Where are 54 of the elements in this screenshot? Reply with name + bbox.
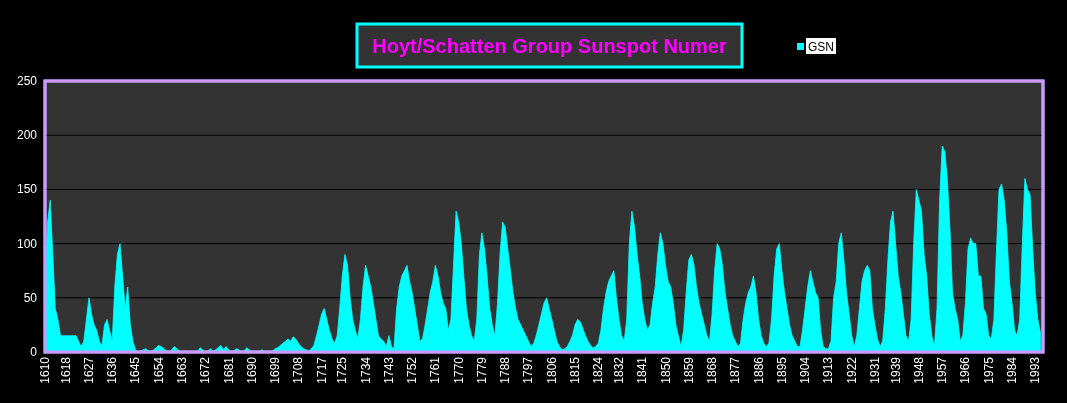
x-tick-label: 1627 bbox=[81, 357, 96, 384]
x-tick-label: 1752 bbox=[405, 357, 420, 384]
x-tick-label: 1708 bbox=[291, 357, 306, 384]
x-tick-label: 1993 bbox=[1028, 357, 1043, 384]
chart-title: Hoyt/Schatten Group Sunspot Numer bbox=[372, 35, 727, 57]
x-tick-label: 1886 bbox=[751, 357, 766, 384]
x-tick-label: 1645 bbox=[128, 357, 143, 384]
x-tick-label: 1913 bbox=[821, 357, 836, 384]
x-tick-label: 1654 bbox=[151, 357, 166, 384]
x-tick-label: 1734 bbox=[358, 357, 373, 384]
x-tick-label: 1636 bbox=[105, 357, 120, 384]
x-tick-label: 1725 bbox=[335, 357, 350, 384]
x-tick-label: 1699 bbox=[268, 357, 283, 384]
x-tick-label: 1939 bbox=[888, 357, 903, 384]
x-tick-label: 1975 bbox=[981, 357, 996, 384]
x-tick-label: 1824 bbox=[591, 357, 606, 384]
x-tick-label: 1966 bbox=[958, 357, 973, 384]
y-tick-label: 100 bbox=[16, 236, 37, 251]
x-tick-label: 1815 bbox=[568, 357, 583, 384]
x-tick-label: 1681 bbox=[221, 357, 236, 384]
y-tick-label: 50 bbox=[23, 290, 37, 305]
x-tick-label: 1797 bbox=[521, 357, 536, 384]
x-tick-label: 1663 bbox=[175, 357, 190, 384]
x-tick-label: 1850 bbox=[658, 357, 673, 384]
x-tick-label: 1690 bbox=[244, 357, 259, 384]
x-tick-label: 1948 bbox=[911, 357, 926, 384]
x-tick-label: 1788 bbox=[498, 357, 513, 384]
y-tick-label: 250 bbox=[16, 74, 37, 88]
legend-swatch bbox=[797, 43, 804, 50]
y-tick-label: 200 bbox=[16, 128, 37, 143]
x-tick-label: 1868 bbox=[705, 357, 720, 384]
y-tick-label: 150 bbox=[16, 182, 37, 197]
chart-title: Hoyt/Schatten Group Sunspot Numer bbox=[355, 22, 744, 69]
x-tick-label: 1895 bbox=[774, 357, 789, 384]
x-tick-label: 1610 bbox=[38, 357, 52, 384]
x-tick-label: 1743 bbox=[381, 357, 396, 384]
x-tick-label: 1931 bbox=[867, 357, 882, 384]
x-tick-label: 1922 bbox=[844, 357, 859, 384]
x-tick-label: 1717 bbox=[314, 357, 329, 384]
x-tick-label: 1957 bbox=[935, 357, 950, 384]
x-tick-label: 1877 bbox=[728, 357, 743, 384]
x-tick-label: 1832 bbox=[612, 357, 626, 384]
x-tick-label: 1672 bbox=[198, 357, 213, 384]
x-tick-label: 1761 bbox=[428, 357, 443, 384]
y-tick-label: 0 bbox=[30, 345, 37, 359]
x-tick-label: 1841 bbox=[635, 357, 650, 384]
x-tick-label: 1984 bbox=[1004, 357, 1019, 384]
x-tick-label: 1904 bbox=[798, 357, 813, 384]
legend-label: GSN bbox=[806, 38, 836, 54]
x-tick-label: 1779 bbox=[474, 357, 489, 384]
x-tick-label: 1618 bbox=[58, 357, 73, 384]
x-tick-label: 1806 bbox=[544, 357, 559, 384]
x-tick-label: 1770 bbox=[451, 357, 466, 384]
x-tick-label: 1859 bbox=[681, 357, 696, 384]
